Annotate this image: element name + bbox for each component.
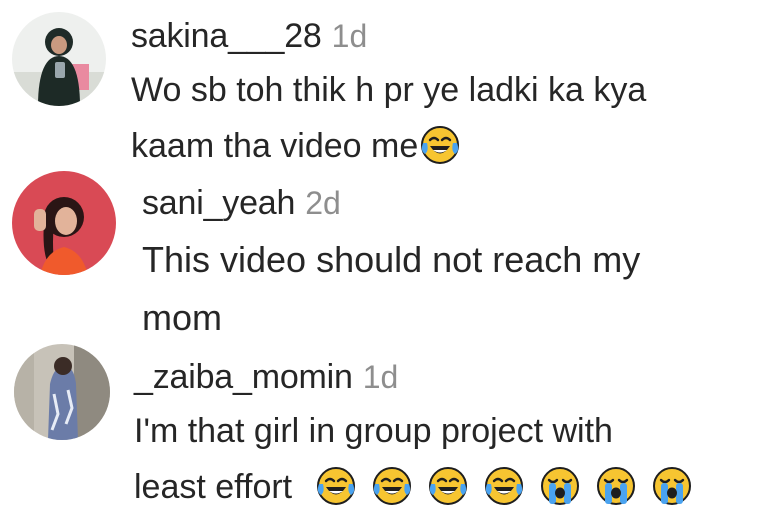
loudly-crying-face-icon: [540, 466, 580, 506]
comment-text-line: This video should not reach my: [142, 239, 641, 280]
comment-header: sakina___28 1d: [131, 19, 367, 53]
comment-header: _zaiba_momin 1d: [134, 360, 398, 394]
face-with-tears-of-joy-icon: [484, 466, 524, 506]
comment-text-line: kaam tha video me: [131, 118, 646, 174]
loudly-crying-face-icon: [652, 466, 692, 506]
comment-text-line-content: least effort: [134, 468, 293, 506]
comment-text-line: Wo sb toh thik h pr ye ladki ka kya: [131, 71, 647, 109]
comment-text-line: I'm that girl in group project with: [134, 412, 613, 450]
username-link[interactable]: sakina___28: [131, 17, 322, 55]
comment-text-line: least effort: [134, 459, 692, 515]
face-with-tears-of-joy-icon: [316, 466, 356, 506]
comment-timestamp: 1d: [331, 18, 368, 54]
face-with-tears-of-joy-icon: [428, 466, 468, 506]
comment-timestamp: 1d: [362, 359, 399, 395]
comment-text: This video should not reach my mom: [142, 231, 640, 347]
comment-text: Wo sb toh thik h pr ye ladki ka kya kaam…: [131, 62, 646, 174]
comment-header: sani_yeah 2d: [142, 186, 341, 220]
username-link[interactable]: sani_yeah: [142, 184, 295, 222]
comment-timestamp: 2d: [305, 185, 341, 221]
username-link[interactable]: _zaiba_momin: [134, 358, 353, 396]
user-avatar[interactable]: [12, 171, 116, 275]
loudly-crying-face-icon: [596, 466, 636, 506]
comment-item: _zaiba_momin 1d I'm that girl in group pr…: [0, 340, 768, 514]
comment-text-line: mom: [142, 297, 222, 338]
face-with-tears-of-joy-icon: [420, 125, 460, 165]
face-with-tears-of-joy-icon: [372, 466, 412, 506]
user-avatar[interactable]: [12, 12, 106, 106]
comment-item: sani_yeah 2d This video should not reach …: [0, 170, 768, 340]
comment-text: I'm that girl in group project with leas…: [134, 403, 692, 515]
user-avatar[interactable]: [14, 344, 110, 440]
comment-text-line-content: kaam tha video me: [131, 127, 419, 165]
comment-item: sakina___28 1d Wo sb toh thik h pr ye lad…: [0, 0, 768, 170]
